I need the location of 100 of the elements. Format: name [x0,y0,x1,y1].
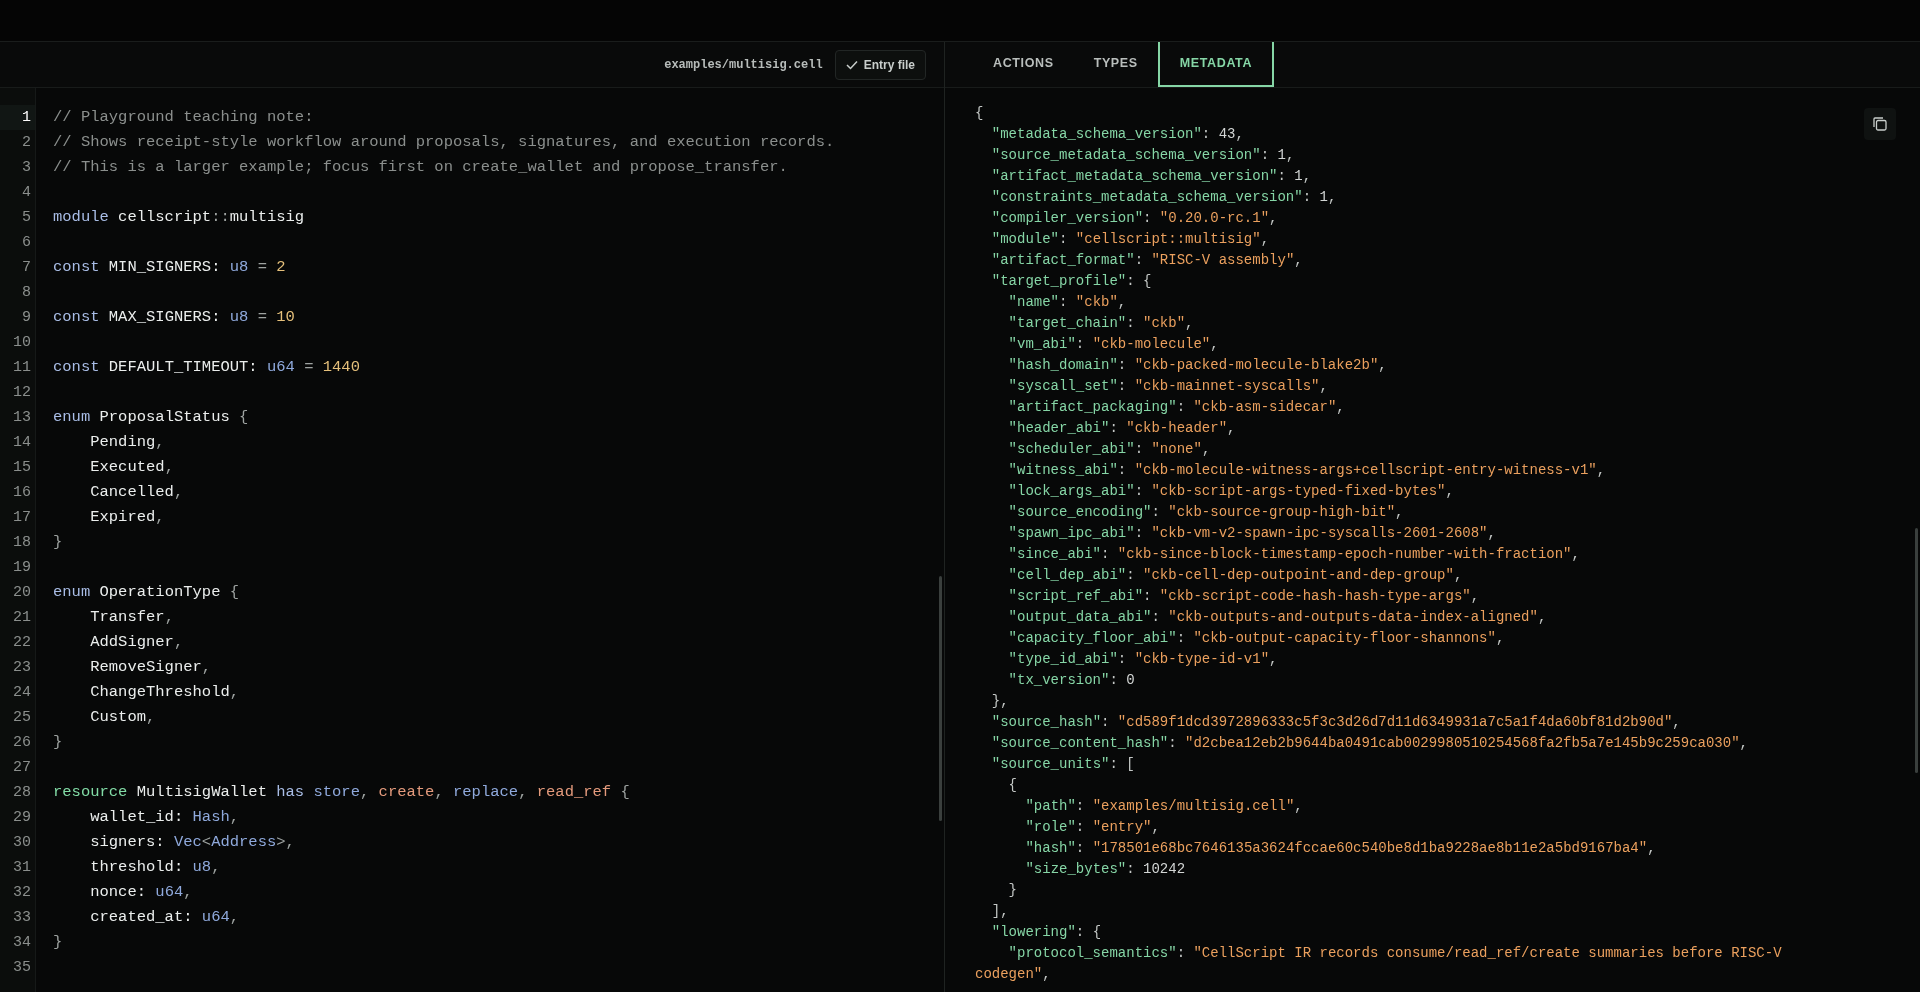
line-number: 14 [12,433,32,453]
copy-button[interactable] [1864,108,1896,140]
json-line: "size_bytes": 10242 [1024,860,1187,879]
line-number: 2 [21,133,32,153]
line-number: 8 [21,283,32,303]
json-line: "target_profile": { [990,272,1153,291]
json-line: "role": "entry", [1024,818,1161,837]
entry-file-button[interactable]: Entry file [834,49,926,80]
line-number: 35 [12,958,32,978]
code-line: created_at: u64, [89,907,241,928]
line-number: 32 [12,883,32,903]
json-line: "source_metadata_schema_version": 1, [990,146,1296,165]
code-line: // Playground teaching note: [53,107,315,128]
line-number: 20 [12,583,32,603]
code-line: // This is a larger example; focus first on create_wallet and propose_transfer. [53,157,789,178]
line-number: 10 [12,333,32,353]
code-line: Custom, [89,707,157,728]
json-line: "script_ref_abi": "ckb-script-code-hash-hash-type-args", [1007,587,1481,606]
json-line: "artifact_metadata_schema_version": 1, [990,167,1313,186]
json-line: "lock_args_abi": "ckb-script-args-typed-fixed-bytes", [1007,482,1455,501]
json-line: "hash": "178501e68bc7646135a3624fccae60c540be8d1ba9228ae8b11e2a5bd9167ba4", [1024,839,1657,858]
json-line: }, [990,692,1010,711]
line-number: 12 [12,383,32,403]
line-number: 21 [12,608,32,628]
line-number: 31 [12,858,32,878]
json-line: "path": "examples/multisig.cell", [1024,797,1304,816]
code-line: const MIN_SIGNERS: u8 = 2 [53,257,287,278]
json-line: { [1007,776,1018,795]
json-line: "cell_dep_abi": "ckb-cell-dep-outpoint-and-dep-group", [1007,566,1464,585]
json-line: "vm_abi": "ckb-molecule", [1007,335,1220,354]
code-line: const DEFAULT_TIMEOUT: u64 = 1440 [53,357,361,378]
code-line: Executed, [89,457,175,478]
code-line: AddSigner, [89,632,185,653]
code-line: threshold: u8, [89,857,222,878]
json-line: "protocol_semantics": "CellScript IR records consume/read_ref/create summaries before RISC-V codegen", [975,944,1783,984]
line-number: 1 [0,105,35,130]
json-line: "witness_abi": "ckb-molecule-witness-args+cellscript-entry-witness-v1", [1007,461,1607,480]
code-line: Pending, [89,432,166,453]
json-line: "scheduler_abi": "none", [1007,440,1212,459]
code-line: module cellscript::multisig [53,207,306,228]
json-line: "compiler_version": "0.20.0-rc.1", [990,209,1279,228]
json-line: "lowering": { [990,923,1103,942]
json-line: "syscall_set": "ckb-mainnet-syscalls", [1007,377,1329,396]
code-line: } [53,932,64,953]
code-line: enum ProposalStatus { [53,407,250,428]
line-number: 29 [12,808,32,828]
line-number: 33 [12,908,32,928]
json-line: "metadata_schema_version": 43, [990,125,1245,144]
json-line: "constraints_metadata_schema_version": 1, [990,188,1338,207]
json-line: } [1007,881,1018,900]
line-number: 16 [12,483,32,503]
code-line: Transfer, [89,607,175,628]
scrollbar[interactable] [939,576,942,821]
code-line: wallet_id: Hash, [89,807,241,828]
line-number: 15 [12,458,32,478]
json-line: "capacity_floor_abi": "ckb-output-capacity-floor-shannons", [1007,629,1506,648]
line-number: 6 [21,233,32,253]
code-line: enum OperationType { [53,582,241,603]
code-line: const MAX_SIGNERS: u8 = 10 [53,307,296,328]
json-line: "type_id_abi": "ckb-type-id-v1", [1007,650,1279,669]
line-number: 34 [12,933,32,953]
line-number: 18 [12,533,32,553]
line-number: 30 [12,833,32,853]
line-number: 9 [21,308,32,328]
line-number: 13 [12,408,32,428]
line-number: 7 [21,258,32,278]
json-line: "hash_domain": "ckb-packed-molecule-blake2b", [1007,356,1388,375]
line-number: 27 [12,758,32,778]
code-line: // Shows receipt-style workflow around proposals, signatures, and execution records. [53,132,836,153]
tab[interactable]: TYPES [1073,42,1158,87]
json-line: "output_data_abi": "ckb-outputs-and-outputs-data-index-aligned", [1007,608,1548,627]
json-line: "module": "cellscript::multisig", [990,230,1271,249]
file-path: examples/multisig.cell [664,56,823,74]
line-number: 24 [12,683,32,703]
json-line: "target_chain": "ckb", [1007,314,1195,333]
line-number: 25 [12,708,32,728]
code-line: signers: Vec<Address>, [89,832,296,853]
json-line: "artifact_format": "RISC-V assembly", [990,251,1304,270]
copy-icon [1872,116,1888,132]
json-line: "artifact_packaging": "ckb-asm-sidecar", [1007,398,1346,417]
tab[interactable]: METADATA [1157,42,1275,87]
code-line: RemoveSigner, [89,657,213,678]
json-line: { [975,104,985,123]
json-line: "source_hash": "cd589f1dcd3972896333c5f3c3d26d7d11d6349931a7c5a1f4da60bf81d2b90d", [990,713,1682,732]
line-number: 23 [12,658,32,678]
line-number: 22 [12,633,32,653]
json-line: "name": "ckb", [1007,293,1128,312]
line-number: 17 [12,508,32,528]
json-line: "source_encoding": "ckb-source-group-high-bit", [1007,503,1405,522]
scrollbar[interactable] [1915,528,1918,773]
json-line: ], [990,902,1010,921]
code-line: resource MultisigWallet has store, create, replace, read_ref { [53,782,631,803]
json-line: "tx_version": 0 [1007,671,1136,690]
json-line: "source_units": [ [990,755,1136,774]
line-number: 11 [12,358,32,378]
code-line: Expired, [89,507,166,528]
code-line: } [53,732,64,753]
json-line: "source_content_hash": "d2cbea12eb2b9644ba0491cab0029980510254568fa2fb5a7e145b9c259ca030", [990,734,1749,753]
tab[interactable]: ACTIONS [973,42,1074,87]
line-number: 4 [21,183,32,203]
